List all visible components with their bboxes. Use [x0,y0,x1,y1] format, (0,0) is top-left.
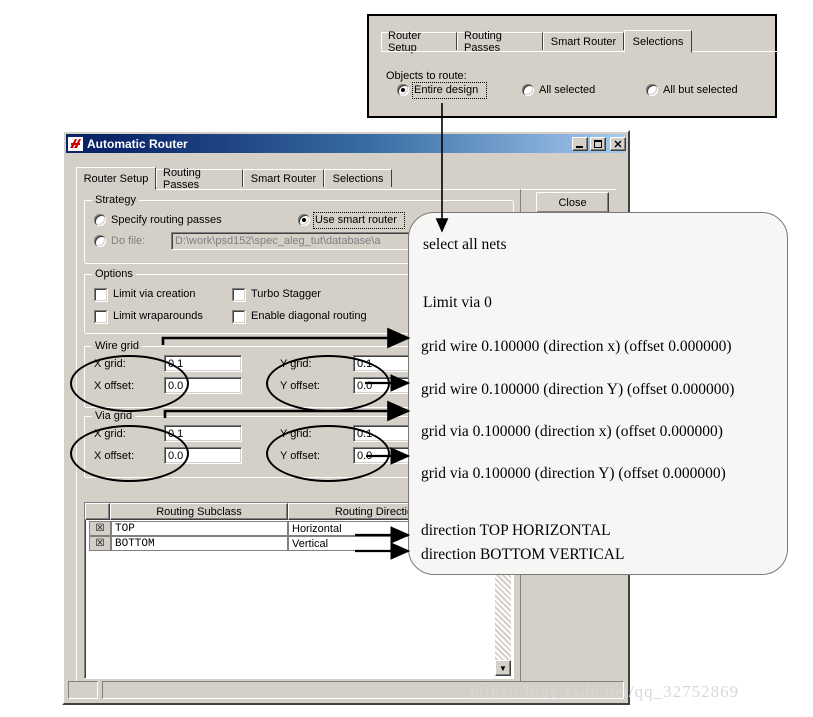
table-row[interactable]: BOTTOM [111,536,288,551]
close-button-label: Close [558,196,587,209]
do-file-label: Do file: [111,235,146,247]
highlight-wire-x-grid [70,355,189,412]
table-row[interactable]: TOP [111,521,288,536]
callout-line: select all nets [423,236,507,253]
radio-all-but-selected[interactable] [646,84,658,96]
do-file-value: D:\work\psd152\spec_aleg_tut\database\a [175,235,381,247]
row-checkbox-glyph: ☒ [95,523,105,534]
dialog-titlebar[interactable]: Automatic Router [66,134,626,153]
entire-design-focus-rect [412,82,487,99]
tab-label: Smart Router [550,35,617,48]
screen-root: Router Setup Routing Passes Smart Router… [0,0,813,717]
selections-tab-panel: Router Setup Routing Passes Smart Router… [367,14,777,118]
callout-line: direction TOP HORIZONTAL [421,522,611,539]
limit-via-creation-label: Limit via creation [113,288,196,300]
radio-all-selected-label: All selected [539,84,596,96]
callout-line: grid via 0.100000 (direction x) (offset … [421,423,723,440]
wire-grid-legend: Wire grid [92,340,143,352]
column-label: Routing Direction [334,505,420,518]
close-icon[interactable] [610,136,626,151]
checkbox-turbo-stagger[interactable] [232,288,246,302]
callout-line: grid wire 0.100000 (direction Y) (offset… [421,381,735,398]
row-direction: Vertical [292,537,329,550]
checkbox-limit-via-creation[interactable] [94,288,108,302]
objects-to-route-label: Objects to route: [386,70,467,82]
tab-routing-passes[interactable]: Routing Passes [156,167,243,191]
tab-label: Routing Passes [464,29,502,54]
close-button[interactable]: Close [536,192,609,213]
radio-use-smart-router[interactable] [298,214,310,226]
statusbar-pane-left [68,681,98,699]
table-header-check[interactable] [85,503,110,520]
tab-router-setup[interactable]: Router Setup [76,167,156,190]
specify-routing-passes-label: Specify routing passes [111,214,222,226]
top-tab-routing-passes[interactable]: Routing Passes [457,30,543,54]
limit-wraparounds-label: Limit wraparounds [113,310,203,322]
top-tab-selections[interactable]: Selections [624,30,692,53]
dialog-title: Automatic Router [87,136,188,151]
callout-line: grid via 0.100000 (direction Y) (offset … [421,465,726,482]
use-smart-router-focus-rect [313,212,405,229]
tab-label: Selections [632,35,684,48]
row-checkbox-glyph: ☒ [95,538,105,549]
checkbox-enable-diagonal-routing[interactable] [232,310,246,324]
column-label: Routing Subclass [156,505,242,518]
tabstrip-baseline-right [692,51,777,52]
tab-label: Smart Router [250,172,317,185]
minimize-icon[interactable] [572,136,588,151]
row-subclass: TOP [115,522,135,535]
table-row-check[interactable]: ☒ [89,536,111,551]
tab-smart-router[interactable]: Smart Router [243,169,324,187]
dialog-tabstrip: Router Setup Routing Passes Smart Router… [76,167,616,191]
row-direction: Horizontal [292,522,342,535]
radio-entire-design[interactable] [397,84,409,96]
highlight-via-y-grid [266,425,390,482]
table-scroll-down-button[interactable]: ▼ [495,660,511,676]
tab-label: Router Setup [388,29,422,54]
chevron-down-icon: ▼ [499,663,507,673]
maximize-icon[interactable] [590,136,606,151]
highlight-wire-y-grid [266,355,390,412]
tab-selections[interactable]: Selections [324,169,392,187]
top-panel-tabstrip: Router Setup Routing Passes Smart Router… [381,30,777,54]
tab-label: Routing Passes [163,166,201,191]
turbo-stagger-label: Turbo Stagger [251,288,321,300]
row-subclass: BOTTOM [115,537,155,550]
strategy-legend: Strategy [92,194,139,206]
highlight-via-x-grid [70,425,189,482]
router-log-callout: select all nets Limit via 0 grid wire 0.… [408,212,788,575]
radio-all-selected[interactable] [522,84,534,96]
table-row-check[interactable]: ☒ [89,521,111,536]
options-legend: Options [92,268,136,280]
table-header-routing-subclass[interactable]: Routing Subclass [110,503,288,520]
tab-label: Selections [332,172,384,185]
enable-diagonal-routing-label: Enable diagonal routing [251,310,367,322]
radio-specify-routing-passes[interactable] [94,214,106,226]
top-tab-smart-router[interactable]: Smart Router [543,32,624,50]
callout-line: Limit via 0 [423,294,492,311]
callout-line: direction BOTTOM VERTICAL [421,546,625,563]
callout-line: grid wire 0.100000 (direction x) (offset… [421,338,732,355]
radio-do-file[interactable] [94,235,106,247]
checkbox-limit-wraparounds[interactable] [94,310,108,324]
watermark-text: https://blog.csdn.net/qq_32752869 [470,682,740,701]
radio-all-but-selected-label: All but selected [663,84,738,96]
top-tab-router-setup[interactable]: Router Setup [381,30,457,54]
router-app-icon [68,136,83,151]
tab-label: Router Setup [83,172,149,185]
